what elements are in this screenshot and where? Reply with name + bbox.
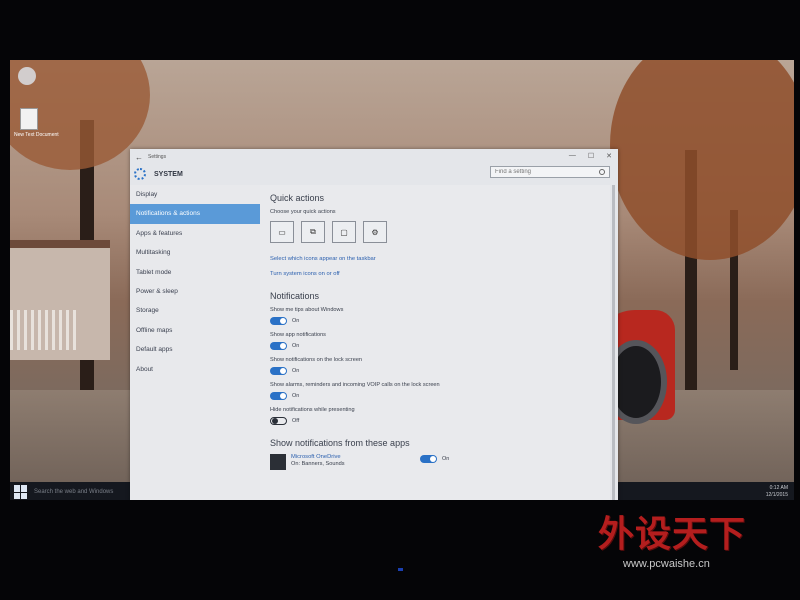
watermark-url: www.pcwaishe.cn [623, 558, 710, 570]
onedrive-toggle-row: On [420, 455, 449, 463]
sidebar-item-storage[interactable]: Storage [130, 301, 260, 320]
sidebar-item-notifications[interactable]: Notifications & actions [130, 204, 260, 224]
section-header: SYSTEM [134, 168, 183, 180]
text-file-icon[interactable] [20, 108, 38, 130]
desktop-file-label: New Text Document [14, 132, 59, 138]
desktop-screen: New Text Document Search the web and Win… [10, 60, 794, 500]
settings-window: ← Settings — ☐ ✕ SYSTEM Display Notifica… [130, 149, 618, 500]
sidebar-item-default-apps[interactable]: Default apps [130, 340, 260, 359]
windows-start-icon[interactable] [14, 485, 28, 499]
app-name[interactable]: Microsoft OneDrive [291, 454, 345, 460]
quick-actions-row: ▭ ⧉ ▢ ⚙ [270, 221, 610, 243]
gear-icon [134, 168, 146, 180]
alarms-voip-toggle[interactable] [270, 392, 287, 400]
recycle-bin-icon[interactable] [18, 67, 36, 85]
alarms-voip-state: On [292, 393, 300, 399]
tips-toggle[interactable] [270, 317, 287, 325]
taskbar-icons-link[interactable]: Select which icons appear on the taskbar [270, 256, 610, 262]
quick-actions-subtitle: Choose your quick actions [270, 209, 336, 215]
tips-toggle-state: On [292, 318, 300, 324]
app-notifications-toggle-row: On [270, 342, 610, 350]
tips-setting-label: Show me tips about Windows [270, 307, 344, 313]
lock-screen-label: Show notifications on the lock screen [270, 357, 363, 363]
window-title: Settings [148, 154, 167, 160]
wallpaper-fence [10, 310, 80, 350]
settings-sidebar: Display Notifications & actions Apps & f… [130, 185, 260, 500]
notifications-heading: Notifications [270, 291, 320, 301]
window-titlebar: ← Settings — ☐ ✕ [130, 149, 618, 165]
tree-foliage [610, 60, 794, 260]
settings-content: Quick actions Choose your quick actions … [260, 185, 610, 500]
onedrive-toggle[interactable] [420, 455, 437, 463]
sidebar-item-apps[interactable]: Apps & features [130, 224, 260, 243]
power-led [398, 568, 403, 571]
alarms-voip-toggle-row: On [270, 392, 610, 400]
close-button[interactable]: ✕ [606, 152, 612, 160]
presenting-label: Hide notifications while presenting [270, 407, 355, 413]
maximize-button[interactable]: ☐ [588, 152, 594, 160]
back-arrow-icon[interactable]: ← [130, 153, 148, 162]
find-setting-box [490, 166, 610, 178]
window-controls: — ☐ ✕ [569, 152, 612, 160]
quick-actions-heading: Quick actions [270, 193, 325, 203]
sidebar-item-tablet-mode[interactable]: Tablet mode [130, 263, 260, 282]
presenting-toggle-row: Off [270, 417, 610, 425]
sidebar-item-power[interactable]: Power & sleep [130, 282, 260, 301]
content-scrollbar[interactable] [612, 185, 615, 500]
sidebar-item-about[interactable]: About [130, 360, 260, 379]
find-setting-input[interactable] [495, 169, 595, 175]
note-icon[interactable]: ▢ [332, 221, 356, 243]
tips-toggle-row: On [270, 317, 610, 325]
minimize-button[interactable]: — [569, 152, 576, 160]
apps-heading: Show notifications from these apps [270, 438, 410, 448]
app-notifications-state: On [292, 343, 300, 349]
photo-stage: New Text Document Search the web and Win… [0, 0, 800, 600]
tray-date: 12/1/2015 [765, 492, 788, 498]
watermark-brand: 外设天下 [598, 514, 747, 555]
app-row-onedrive[interactable]: Microsoft OneDrive On: Banners, Sounds O… [270, 454, 610, 470]
settings-icon[interactable]: ⚙ [363, 221, 387, 243]
lock-screen-toggle[interactable] [270, 367, 287, 375]
presenting-toggle[interactable] [270, 417, 287, 425]
system-icons-link[interactable]: Turn system icons on or off [270, 271, 610, 277]
app-notifications-label: Show app notifications [270, 332, 326, 338]
app-description: On: Banners, Sounds [291, 461, 345, 467]
app-notifications-toggle[interactable] [270, 342, 287, 350]
alarms-voip-label: Show alarms, reminders and incoming VOIP… [270, 382, 440, 388]
lock-screen-toggle-row: On [270, 367, 610, 375]
section-title: SYSTEM [154, 170, 183, 178]
sidebar-item-display[interactable]: Display [130, 185, 260, 204]
search-icon[interactable] [599, 169, 605, 175]
system-tray[interactable]: 0:12 AM 12/1/2015 [766, 485, 788, 499]
lock-screen-state: On [292, 368, 300, 374]
sidebar-item-offline-maps[interactable]: Offline maps [130, 321, 260, 340]
onedrive-toggle-state: On [442, 456, 450, 462]
connect-icon[interactable]: ⧉ [301, 221, 325, 243]
presenting-state: Off [292, 418, 300, 424]
app-text: Microsoft OneDrive On: Banners, Sounds [291, 454, 345, 467]
watermark: 外设天下 www.pcwaishe.cn [598, 505, 763, 580]
onedrive-icon [270, 454, 286, 470]
tablet-mode-icon[interactable]: ▭ [270, 221, 294, 243]
sidebar-item-multitasking[interactable]: Multitasking [130, 243, 260, 262]
tray-time: 0:12 AM [769, 485, 788, 491]
